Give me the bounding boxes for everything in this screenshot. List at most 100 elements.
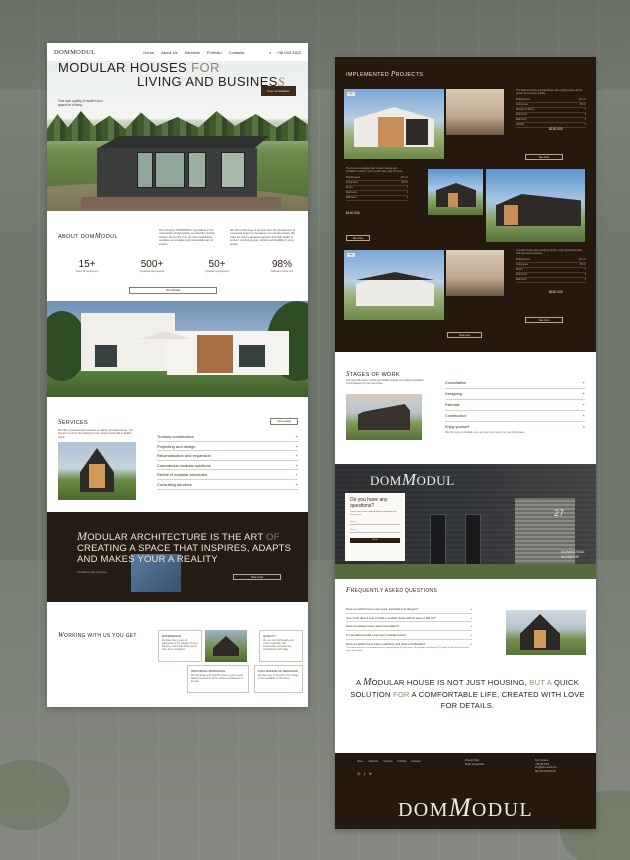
nav-link-contacts[interactable]: Contacts (229, 50, 245, 55)
nav-link-services[interactable]: Services (185, 50, 200, 55)
logo[interactable]: DOMMODUL (54, 49, 95, 56)
get-quote-button[interactable]: Get a quote (270, 418, 298, 425)
plus-icon: + (295, 481, 298, 487)
nav-link-portfolio[interactable]: Portfolio (207, 50, 222, 55)
top-tag: Top (347, 92, 355, 96)
stages-text: Our team will ensure a quick and reliabl… (346, 379, 424, 386)
services-section: SERVICES We offer comprehensive services… (47, 397, 308, 512)
form-title: Do you have any questions? (350, 497, 388, 509)
project-image[interactable] (446, 250, 504, 296)
about-details-button[interactable]: View Details (129, 287, 217, 294)
benefit-image (205, 630, 247, 662)
footer-link[interactable]: Home (357, 760, 363, 763)
architecture-statement: MODULAR ARCHITECTURE IS THE ART OF CREAT… (77, 529, 292, 565)
project-price: $180 000 (549, 290, 563, 294)
see-more-button[interactable]: See more (525, 317, 563, 323)
about-title: ABOUT DOMMODUL (58, 232, 118, 240)
benefit-card: QUALITY We use only high-quality and prov… (259, 630, 303, 662)
project-price: $130 000 (549, 127, 563, 131)
instagram-icon[interactable]: ◎ (357, 771, 361, 776)
stage-item[interactable]: Designing + (445, 389, 585, 400)
footer-links: Home About Us Services Portfolio Contact… (357, 760, 421, 763)
hero-house-image (81, 136, 281, 209)
close-icon: × (470, 641, 472, 646)
stages-section: STAGES OF WORK Our team will ensure a qu… (335, 352, 596, 464)
consultation-button[interactable]: Free consultation (260, 86, 296, 96)
quote-text: A MODULAR HOUSE IS NOT JUST HOUSING, BUT… (350, 677, 585, 710)
close-icon: × (582, 425, 585, 429)
service-item[interactable]: Consulting services + (157, 480, 298, 490)
about-text: The company "DOMMODUL" specializes in th… (159, 229, 215, 246)
faq-item[interactable]: Does a modular house need a foundation? + (346, 622, 472, 632)
nav-right: ⌕ +38 093 3322 (269, 50, 301, 55)
faq-list: Does a modular home cost a plot, and wha… (346, 605, 472, 653)
stage-item[interactable]: Consultation + (445, 378, 585, 389)
project-image[interactable]: Top (344, 250, 444, 320)
faq-item[interactable]: Is it possible to build a two-story modu… (346, 631, 472, 640)
project-image[interactable] (486, 169, 585, 242)
question-form: Do you have any questions? Leave your co… (345, 493, 405, 561)
service-item[interactable]: Commercial modular solutions + (157, 461, 298, 471)
cooperation-link[interactable]: Public Cooperation (465, 764, 484, 768)
hero-title: MODULAR HOUSES FOR LIVING AND BUSINESS (58, 61, 285, 89)
service-item[interactable]: Rental of modular structures + (157, 470, 298, 480)
hero: MODULAR HOUSES FOR LIVING AND BUSINESS Y… (47, 61, 308, 211)
stage-item[interactable]: Estimate + (445, 400, 585, 411)
view-all-projects-button[interactable]: View more (447, 332, 482, 338)
services-text: We offer comprehensive services to reali… (58, 429, 134, 439)
footer-link[interactable]: Portfolio (397, 760, 406, 763)
plus-icon: + (470, 615, 472, 620)
plus-icon: + (295, 472, 298, 478)
faq-item[interactable]: Does a modular home cost a plot, and wha… (346, 605, 472, 614)
footer-contacts: Kyiv, Ukraine +38 093 3322 info@dommodul… (535, 760, 557, 773)
dommodul-sign: DOMMODUL (370, 470, 455, 489)
footer-link[interactable]: Services (383, 760, 392, 763)
form-subtitle: Leave your contact details and our manag… (350, 511, 397, 516)
footer-link[interactable]: Contacts (411, 760, 420, 763)
stages-image (346, 394, 422, 440)
plus-icon: + (295, 453, 298, 459)
plus-icon: + (295, 462, 298, 468)
stat-customers: 98% Satisfied customers (270, 259, 294, 273)
project-image[interactable] (446, 89, 504, 135)
see-more-button[interactable]: See more (525, 154, 563, 160)
nav-link-home[interactable]: Home (143, 50, 154, 55)
plus-icon: + (295, 443, 298, 449)
plus-icon: + (582, 414, 585, 418)
project-image[interactable] (428, 169, 483, 215)
project-image[interactable]: Top (344, 89, 444, 159)
view-more-button[interactable]: View more (233, 574, 281, 580)
stages-title: STAGES OF WORK (346, 370, 400, 378)
quote-section: A MODULAR HOUSE IS NOT JUST HOUSING, BUT… (335, 669, 596, 741)
faq-answer: The frame structure of a modular house i… (346, 647, 470, 653)
footer-link[interactable]: About Us (368, 760, 378, 763)
phone-field[interactable]: Phone (350, 529, 400, 533)
see-more-button[interactable]: See more (346, 235, 370, 241)
plus-icon: + (470, 607, 472, 611)
services-title: SERVICES (58, 418, 88, 426)
service-item[interactable]: Projecting and design + (157, 442, 298, 452)
search-icon[interactable]: ⌕ (269, 50, 271, 55)
plus-icon: + (470, 624, 472, 629)
service-item[interactable]: Reconstruction and expansion + (157, 451, 298, 461)
plus-icon: + (295, 434, 298, 439)
faq-section: FREQUENTLY ASKED QUESTIONS Does a modula… (335, 579, 596, 669)
hero-subtitle: Your own quality of modern eco space for… (58, 99, 103, 107)
phone-number[interactable]: +38 093 3322 (276, 50, 301, 55)
projects-section: IMPLEMENTED PROJECTS Top The black and w… (335, 57, 596, 352)
stage-item[interactable]: Construction + (445, 411, 585, 422)
facebook-icon[interactable]: ƒ (364, 771, 366, 776)
project-price: $140 000 (346, 211, 360, 215)
sign-text: DOMMODUL MODERN (561, 549, 585, 559)
hero-title-line2: LIVING AND BUSINES (137, 74, 278, 89)
name-field[interactable]: Name (350, 521, 400, 525)
stat-years: 15+ Years of experience (75, 259, 99, 273)
send-button[interactable]: Send (350, 537, 400, 543)
nav-links: Home About Us Services Portfolio Contact… (143, 50, 244, 55)
nav-link-about[interactable]: About Us (161, 50, 177, 55)
top-tag: Top (347, 253, 355, 257)
service-item[interactable]: Turnkey construction + (157, 432, 298, 442)
telegram-icon[interactable]: ➤ (369, 771, 372, 776)
footer: Home About Us Services Portfolio Contact… (335, 753, 596, 829)
faq-item[interactable]: How much does it cost to build a modular… (346, 614, 472, 623)
